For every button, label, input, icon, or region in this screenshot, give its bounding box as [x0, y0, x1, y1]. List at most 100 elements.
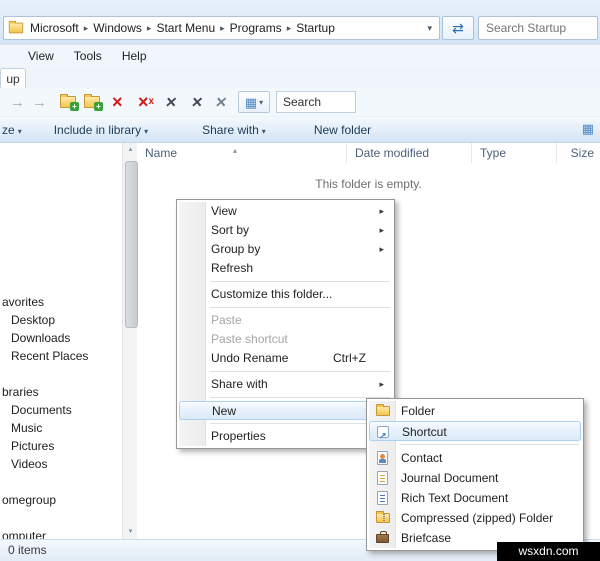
watermark: wsxdn.com [497, 542, 600, 561]
search-input[interactable] [478, 16, 598, 40]
refresh-button[interactable]: ⇄ [442, 16, 474, 40]
share-with-button[interactable]: Share with ▾ [196, 123, 272, 137]
context-menu-item-label: Share with [211, 377, 268, 391]
sidebar-item-videos[interactable]: Videos [0, 455, 122, 473]
address-dropdown-icon[interactable]: ▾ [420, 23, 439, 34]
submenu-item-shortcut[interactable]: Shortcut [369, 421, 581, 446]
broken-x-sub-glyph: x [148, 96, 155, 107]
cut-x-icon: × [164, 92, 178, 112]
sidebar-item-desktop[interactable]: Desktop [0, 311, 122, 329]
folder-icon [376, 404, 390, 416]
scrollbar-down-icon[interactable]: ▾ [124, 525, 137, 539]
shortcut-icon [377, 426, 389, 446]
context-menu-item-properties[interactable]: Properties [179, 427, 392, 446]
breadcrumb-item[interactable]: Programs [226, 21, 286, 35]
submenu-item-label: Journal Document [401, 471, 499, 485]
menu-help[interactable]: Help [112, 47, 157, 65]
sidebar-item-pictures[interactable]: Pictures [0, 437, 122, 455]
sidebar-item-downloads[interactable]: Downloads [0, 329, 122, 347]
new-folder-copy-icon[interactable] [60, 88, 79, 116]
submenu-item-rich-text-document[interactable]: Rich Text Document [369, 488, 581, 508]
column-header-name[interactable]: Name ▴ [137, 143, 347, 163]
context-menu-item-label: New [212, 404, 237, 418]
page-tab[interactable]: up [0, 68, 26, 89]
breadcrumb-item[interactable]: Windows [89, 21, 146, 35]
menu-separator [210, 307, 390, 308]
journal-document-icon [377, 471, 388, 485]
contact-icon [377, 451, 388, 465]
toolbar-arrow-icon[interactable]: → [10, 88, 25, 116]
new-submenu: Folder Shortcut Contact Journal Document… [366, 398, 584, 551]
context-menu-item-customize[interactable]: Customize this folder... [179, 285, 392, 304]
include-in-library-button[interactable]: Include in library ▾ [48, 123, 154, 137]
change-view-button[interactable]: ▦ [582, 122, 594, 135]
views-grid-icon: ▦ [244, 94, 258, 110]
scrollbar-thumb[interactable] [125, 161, 138, 328]
menu-tools[interactable]: Tools [64, 47, 112, 65]
folder-plus-icon [84, 94, 103, 111]
explorer-window: Microsoft ▸ Windows ▸ Start Menu ▸ Progr… [0, 0, 600, 561]
toolbar: → → × ×x × × × ▦ ▾ Search [0, 88, 600, 116]
address-folder-icon [8, 20, 24, 34]
context-menu-item-refresh[interactable]: Refresh [179, 259, 392, 278]
breadcrumb-item[interactable]: Microsoft [26, 21, 83, 35]
context-menu-item-label: Sort by [211, 223, 250, 237]
menu-separator [210, 423, 390, 424]
toolbar-arrow-icon[interactable]: → [32, 88, 47, 116]
submenu-item-compressed-folder[interactable]: Compressed (zipped) Folder [369, 508, 581, 528]
submenu-item-folder[interactable]: Folder [369, 401, 581, 421]
zipped-folder-icon [376, 511, 390, 523]
new-folder-button[interactable]: New folder [308, 123, 377, 137]
sidebar-item-homegroup[interactable]: omegroup [0, 491, 122, 509]
column-label: Name [145, 146, 178, 160]
context-menu-item-paste-shortcut: Paste shortcut [211, 332, 288, 346]
address-bar[interactable]: Microsoft ▸ Windows ▸ Start Menu ▸ Progr… [3, 16, 440, 40]
column-header-size[interactable]: Size [557, 143, 600, 163]
sidebar-scrollbar[interactable]: ▴ ▾ [122, 143, 138, 539]
cut-x-icon: × [190, 92, 204, 112]
sidebar-item-recent-places[interactable]: Recent Places [0, 347, 122, 365]
submenu-arrow-icon: ▸ [379, 225, 384, 235]
menu-bar: View Tools Help [0, 45, 600, 66]
submenu-item-label: Folder [401, 404, 436, 418]
item-count: 0 items [8, 543, 47, 557]
submenu-arrow-icon: ▸ [379, 379, 384, 389]
context-menu-item-view[interactable]: View ▸ [179, 202, 392, 221]
sidebar-item-favorites[interactable]: avorites [0, 293, 122, 311]
dropdown-icon: ▾ [17, 126, 22, 136]
submenu-item-journal-document[interactable]: Journal Document [369, 468, 581, 488]
broken-x-glyph: × [138, 92, 149, 112]
breadcrumb-item[interactable]: Start Menu [152, 21, 219, 35]
toolbar-search-box[interactable]: Search [276, 91, 356, 113]
sidebar-item-documents[interactable]: Documents [0, 401, 122, 419]
breadcrumb-item[interactable]: Startup [292, 21, 339, 35]
sidebar-item-libraries[interactable]: braries [0, 383, 122, 401]
context-menu-item-label: View [211, 204, 237, 218]
empty-folder-text: This folder is empty. [315, 177, 422, 191]
context-menu-item-paste: Paste [211, 313, 242, 327]
cut-x-icon: × [214, 92, 228, 112]
scrollbar-up-icon[interactable]: ▴ [124, 143, 137, 157]
context-menu-item-group-by[interactable]: Group by ▸ [179, 240, 392, 259]
context-menu-item-sort-by[interactable]: Sort by ▸ [179, 221, 392, 240]
folder-plus-icon [60, 94, 79, 111]
broken-image-icon: × [112, 92, 123, 112]
new-folder-copy-icon[interactable] [84, 88, 103, 116]
sort-ascending-icon: ▴ [233, 146, 238, 155]
views-button[interactable]: ▦ ▾ [238, 91, 270, 113]
column-header-type[interactable]: Type [472, 143, 557, 163]
submenu-item-contact[interactable]: Contact [369, 448, 581, 468]
menu-view[interactable]: View [18, 47, 64, 65]
dropdown-icon: ▾ [261, 126, 266, 136]
submenu-item-label: Briefcase [401, 531, 452, 545]
sidebar-item-music[interactable]: Music [0, 419, 122, 437]
context-menu-item-new[interactable]: New ▸ [179, 401, 392, 420]
views-dropdown-icon: ▾ [259, 97, 264, 107]
context-menu-item-share-with[interactable]: Share with ▸ [179, 375, 392, 394]
context-menu-item-undo-rename[interactable]: Undo Rename Ctrl+Z [179, 349, 392, 368]
menu-separator [210, 397, 390, 398]
broken-image-icon: × x [138, 88, 154, 116]
submenu-item-label: Rich Text Document [401, 491, 509, 505]
organize-button[interactable]: ze ▾ [0, 123, 28, 137]
column-header-date-modified[interactable]: Date modified [347, 143, 472, 163]
